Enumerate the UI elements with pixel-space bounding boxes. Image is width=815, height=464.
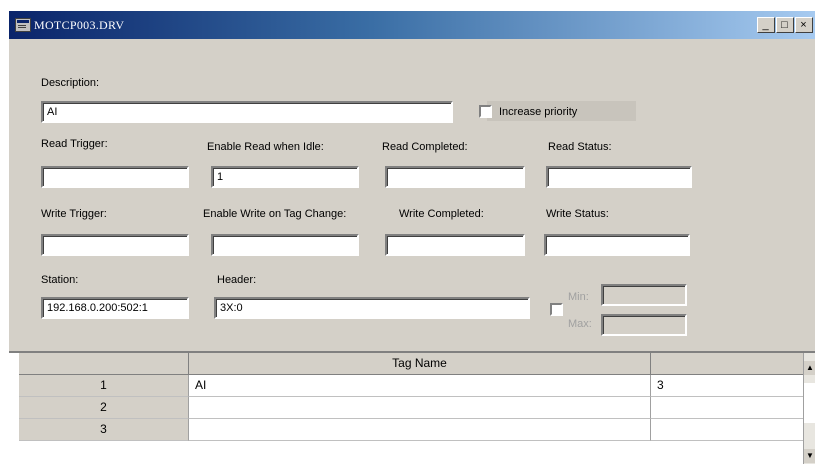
write-trigger-label: Write Trigger: <box>41 208 107 220</box>
scroll-up-icon[interactable]: ▲ <box>804 361 815 375</box>
window-title: MOTCP003.DRV <box>34 18 125 32</box>
app-icon <box>15 18 31 32</box>
read-status-field[interactable] <box>546 166 692 188</box>
window-controls: _ □ × <box>756 17 813 33</box>
address-column-header[interactable] <box>651 353 804 375</box>
write-status-field[interactable] <box>544 234 690 256</box>
increase-priority-checkbox[interactable] <box>479 105 492 118</box>
tag-name-cell[interactable]: AI <box>189 375 651 397</box>
header-label: Header: <box>217 274 257 286</box>
scroll-thumb[interactable] <box>804 383 815 423</box>
row-number[interactable]: 2 <box>19 397 189 419</box>
read-completed-label: Read Completed: <box>382 141 468 153</box>
vertical-scrollbar[interactable]: ▲ ▼ <box>803 353 815 464</box>
maximize-button[interactable]: □ <box>776 17 794 33</box>
driver-window: MOTCP003.DRV _ □ × Description: AI Increas… <box>8 10 815 464</box>
min-label: Min: <box>568 291 589 303</box>
enable-write-field[interactable] <box>211 234 359 256</box>
read-status-label: Read Status: <box>548 141 612 153</box>
tag-name-cell[interactable] <box>189 419 651 441</box>
write-status-label: Write Status: <box>546 208 609 220</box>
header-field[interactable]: 3X:0 <box>214 297 530 319</box>
read-trigger-field[interactable] <box>41 166 189 188</box>
title-bar[interactable]: MOTCP003.DRV _ □ × <box>9 11 815 39</box>
description-label: Description: <box>41 77 100 89</box>
min-max-checkbox[interactable] <box>550 303 563 316</box>
enable-write-label: Enable Write on Tag Change: <box>203 208 347 220</box>
close-button[interactable]: × <box>795 17 813 33</box>
minimize-button[interactable]: _ <box>757 17 775 33</box>
tag-name-column-header[interactable]: Tag Name <box>189 353 651 375</box>
tag-name-cell[interactable] <box>189 397 651 419</box>
enable-read-label: Enable Read when Idle: <box>207 141 324 153</box>
enable-read-field[interactable]: 1 <box>211 166 359 188</box>
tag-grid: Tag Name 1 AI 3 2 3 ▲ ▼ <box>9 351 815 464</box>
row-number[interactable]: 3 <box>19 419 189 441</box>
min-field[interactable] <box>601 284 687 306</box>
grid-corner-header <box>19 353 189 375</box>
row-number[interactable]: 1 <box>19 375 189 397</box>
scroll-down-icon[interactable]: ▼ <box>804 449 815 463</box>
max-label: Max: <box>568 318 592 330</box>
max-field[interactable] <box>601 314 687 336</box>
write-trigger-field[interactable] <box>41 234 189 256</box>
station-label: Station: <box>41 274 79 286</box>
read-trigger-label: Read Trigger: <box>41 138 108 150</box>
write-completed-field[interactable] <box>385 234 525 256</box>
write-completed-label: Write Completed: <box>399 208 484 220</box>
address-cell[interactable] <box>651 397 804 419</box>
address-cell[interactable] <box>651 419 804 441</box>
increase-priority-label: Increase priority <box>499 106 578 118</box>
address-cell[interactable]: 3 <box>651 375 804 397</box>
read-completed-field[interactable] <box>385 166 525 188</box>
description-field[interactable]: AI <box>41 101 453 123</box>
station-field[interactable]: 192.168.0.200:502:1 <box>41 297 189 319</box>
